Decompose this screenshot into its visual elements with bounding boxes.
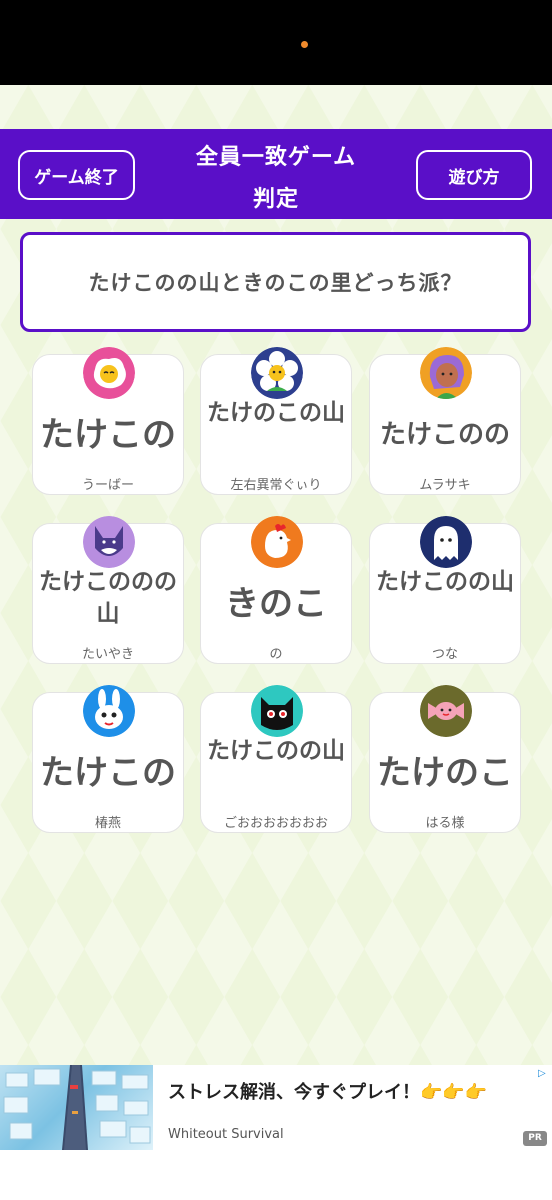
player-name: つな bbox=[431, 647, 458, 662]
page-subtitle: 判定 bbox=[252, 187, 299, 212]
player-name: 椿燕 bbox=[94, 816, 121, 831]
question-text: たけこのの山ときのこの里どっち派？ bbox=[20, 232, 531, 332]
egg-icon bbox=[83, 347, 135, 399]
end-game-button[interactable]: ゲーム終了 bbox=[18, 150, 135, 200]
answer-card: きのこ の bbox=[200, 516, 352, 664]
girl-icon bbox=[420, 347, 472, 399]
answer-card: たけこのの ムラサキ bbox=[369, 347, 521, 495]
ad-banner[interactable]: ストレス解消、今すぐプレイ！👉👉👉 Whiteout Survival PR ▷ bbox=[0, 1065, 552, 1150]
flower-icon bbox=[251, 347, 303, 399]
answer-text: たけこのの bbox=[379, 420, 510, 450]
ghost-icon bbox=[420, 516, 472, 568]
player-name: うーばー bbox=[81, 478, 134, 493]
player-name: はる様 bbox=[425, 816, 465, 831]
player-name: たいやき bbox=[81, 647, 134, 662]
player-name: 左右異常ぐぃり bbox=[230, 478, 322, 493]
answer-text: たけのこ bbox=[377, 753, 513, 793]
player-name: ごおおおおおおお bbox=[223, 816, 328, 831]
answer-text: たけこののの山 bbox=[39, 569, 177, 627]
answer-text: たけこのの山 bbox=[207, 738, 345, 764]
ad-advertiser[interactable]: Whiteout Survival bbox=[168, 1127, 284, 1142]
status-bar bbox=[0, 0, 552, 85]
ad-pr-badge: PR bbox=[523, 1131, 547, 1146]
answer-card: たけこの うーばー bbox=[32, 347, 184, 495]
answer-text: たけこの bbox=[40, 753, 176, 793]
player-name: の bbox=[269, 647, 283, 662]
rabbit-icon bbox=[83, 685, 135, 737]
answer-card: たけのこの山 左右異常ぐぃり bbox=[200, 347, 352, 495]
wolf-icon bbox=[83, 516, 135, 568]
chicken-icon bbox=[251, 516, 303, 568]
page-title: 全員一致ゲーム bbox=[195, 145, 357, 170]
ad-headline[interactable]: ストレス解消、今すぐプレイ！👉👉👉 bbox=[168, 1078, 487, 1104]
bottom-area bbox=[0, 1150, 552, 1200]
cat-icon bbox=[251, 685, 303, 737]
answer-card: たけのこ はる様 bbox=[369, 685, 521, 833]
candy-icon bbox=[420, 685, 472, 737]
header-bar: ゲーム終了 全員一致ゲーム 判定 遊び方 bbox=[0, 129, 552, 219]
player-name: ムラサキ bbox=[419, 478, 471, 493]
ad-image[interactable] bbox=[0, 1065, 153, 1150]
answer-card: たけこのの山 つな bbox=[369, 516, 521, 664]
how-to-play-button[interactable]: 遊び方 bbox=[416, 150, 532, 200]
answer-card: たけこののの山 たいやき bbox=[32, 516, 184, 664]
camera-indicator-dot bbox=[301, 41, 308, 48]
answer-text: たけこの bbox=[40, 415, 176, 455]
answer-text: たけのこの山 bbox=[207, 400, 345, 426]
answer-text: きのこ bbox=[225, 584, 327, 624]
answer-text: たけこのの山 bbox=[376, 569, 514, 595]
answer-card: たけこのの山 ごおおおおおおお bbox=[200, 685, 352, 833]
ad-info-icon[interactable]: ▷ bbox=[538, 1068, 546, 1079]
answer-card: たけこの 椿燕 bbox=[32, 685, 184, 833]
